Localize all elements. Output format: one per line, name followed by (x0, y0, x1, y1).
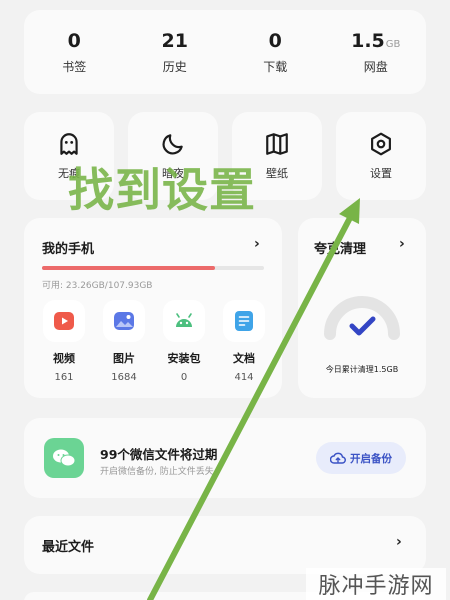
tutorial-arrow (147, 198, 360, 600)
site-watermark: 脉冲手游网 (306, 568, 446, 600)
tutorial-caption: 找到设置 (68, 163, 256, 217)
